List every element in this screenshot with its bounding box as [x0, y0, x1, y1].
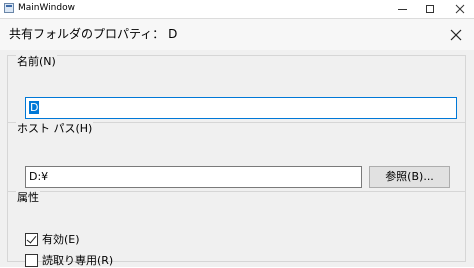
enabled-checkbox-row[interactable]: 有効(E) — [25, 231, 80, 247]
dialog-close-button[interactable] — [446, 25, 466, 45]
host-path-value: D:¥ — [29, 170, 49, 183]
name-input-value: D — [29, 101, 40, 114]
minimize-button[interactable] — [388, 0, 416, 18]
attributes-group-label: 属性 — [16, 191, 40, 205]
readonly-label: 読取り専用(R) — [42, 254, 114, 267]
name-group: 名前(N) D — [7, 55, 466, 125]
window-titlebar: MainWindow — [0, 0, 474, 18]
window-title: MainWindow — [18, 3, 75, 13]
readonly-checkbox[interactable] — [25, 253, 38, 267]
readonly-checkbox-row[interactable]: 読取り専用(R) — [25, 252, 113, 268]
dialog-title: 共有フォルダのプロパティ： D — [9, 27, 178, 41]
minimize-icon — [397, 8, 407, 10]
dialog-header: 共有フォルダのプロパティ： D — [0, 19, 474, 50]
enabled-label: 有効(E) — [42, 233, 80, 246]
close-icon — [450, 29, 462, 41]
close-icon — [455, 4, 465, 14]
host-path-input[interactable]: D:¥ — [25, 166, 362, 188]
host-path-group-label: ホスト パス(H) — [16, 122, 94, 136]
name-input[interactable]: D — [25, 97, 457, 119]
host-path-group: ホスト パス(H) D:¥ 参照(B)... — [7, 122, 466, 200]
maximize-button[interactable] — [416, 0, 444, 18]
name-group-label: 名前(N) — [16, 55, 57, 69]
window-close-button[interactable] — [446, 0, 474, 18]
attributes-group: 属性 有効(E) 読取り専用(R) — [7, 191, 466, 267]
browse-button[interactable]: 参照(B)... — [369, 166, 450, 188]
maximize-icon — [426, 5, 434, 13]
enabled-checkbox[interactable] — [25, 232, 38, 246]
shared-folder-properties-dialog: 共有フォルダのプロパティ： D 名前(N) D ホスト パス(H) D:¥ 参照… — [0, 18, 474, 267]
app-icon — [4, 3, 14, 13]
